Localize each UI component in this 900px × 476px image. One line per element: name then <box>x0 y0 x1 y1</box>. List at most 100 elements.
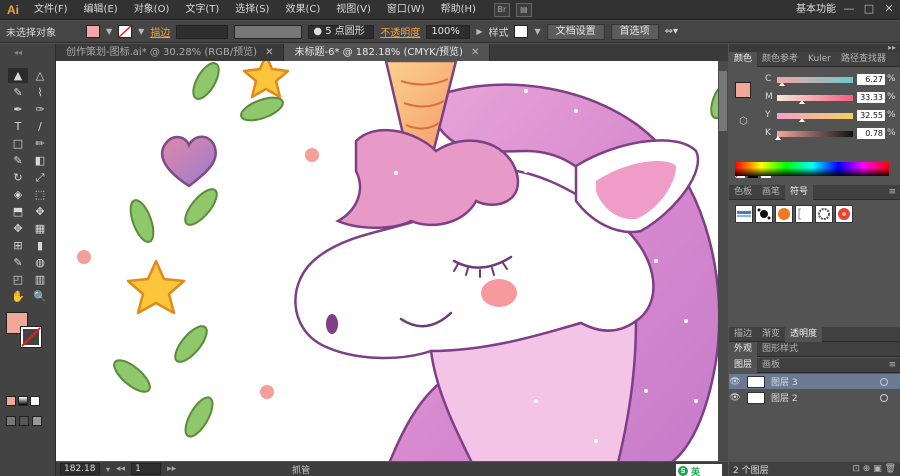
tab-symbols[interactable]: 符号 <box>785 185 814 200</box>
fill-dropdown-icon[interactable]: ▼ <box>106 27 112 36</box>
draw-behind-icon[interactable] <box>19 416 29 426</box>
visibility-eye-icon[interactable]: 👁 <box>729 377 741 387</box>
tool-6-icon[interactable]: T <box>8 119 28 134</box>
channel-value-field[interactable]: 6.27 <box>857 74 885 85</box>
color-spectrum[interactable] <box>735 162 889 176</box>
tab-untitled-6[interactable]: 未标题-6* @ 182.18% (CMYK/预览) ✕ <box>284 44 491 61</box>
tool-14-icon[interactable]: ◈ <box>8 187 28 202</box>
color-panel-fill[interactable] <box>735 82 751 98</box>
tool-1-icon[interactable]: △ <box>30 68 50 83</box>
tool-17-icon[interactable]: ✥ <box>30 204 50 219</box>
zoom-field[interactable]: 182.18 <box>60 463 100 475</box>
tab-graphic-styles[interactable]: 图形样式 <box>757 342 803 357</box>
tool-16-icon[interactable]: ⬒ <box>8 204 28 219</box>
out-of-gamut-icon[interactable]: ⬡ <box>739 116 748 127</box>
layer-row[interactable]: 👁 图层 2 <box>729 390 900 405</box>
stroke-weight-field[interactable] <box>176 24 229 39</box>
close-button[interactable]: ✕ <box>882 2 896 16</box>
channel-value-field[interactable]: 0.78 <box>857 128 885 139</box>
layer-name[interactable]: 图层 2 <box>771 391 798 404</box>
symbol-blue-bars[interactable] <box>735 205 753 223</box>
opacity-arrow-icon[interactable]: ▶ <box>476 27 482 36</box>
scroll-thumb[interactable] <box>719 71 727 131</box>
align-icon[interactable]: ⇔▾ <box>665 26 678 37</box>
tool-7-icon[interactable]: / <box>30 119 50 134</box>
tool-9-icon[interactable]: ✏ <box>30 136 50 151</box>
channel-slider[interactable] <box>777 131 853 137</box>
zoom-dropdown-icon[interactable]: ▾ <box>106 465 110 474</box>
screen-mode-icon[interactable] <box>32 416 42 426</box>
menu-item-8[interactable]: 帮助(H) <box>433 0 484 20</box>
stroke-dropdown-icon[interactable]: ▼ <box>138 27 144 36</box>
opacity-field[interactable]: 100% <box>426 24 471 39</box>
tab-color[interactable]: 颜色 <box>729 52 758 67</box>
menu-item-3[interactable]: 文字(T) <box>177 0 227 20</box>
close-icon[interactable]: ✕ <box>471 47 479 58</box>
layer-row[interactable]: 👁 图层 3 <box>729 374 900 389</box>
symbol-flower[interactable] <box>835 205 853 223</box>
next-page-icon[interactable]: ▸▸ <box>167 464 176 474</box>
layer-actions-icons[interactable]: ⊡ ⊕ ▣ 🗑 <box>852 464 896 474</box>
tool-10-icon[interactable]: ✎ <box>8 153 28 168</box>
bridge-button[interactable]: Br <box>493 2 510 17</box>
tab-layers[interactable]: 图层 <box>729 358 758 373</box>
tab-stroke[interactable]: 描边 <box>729 327 757 342</box>
tool-19-icon[interactable]: ▦ <box>30 221 50 236</box>
channel-value-field[interactable]: 33.33 <box>857 92 885 103</box>
tool-23-icon[interactable]: ◍ <box>30 255 50 270</box>
tool-18-icon[interactable]: ✥ <box>8 221 28 236</box>
channel-value-field[interactable]: 32.55 <box>857 110 885 121</box>
tool-5-icon[interactable]: ✑ <box>30 102 50 117</box>
tab-swatches[interactable]: 色板 <box>729 185 757 200</box>
channel-slider[interactable] <box>777 77 853 83</box>
close-icon[interactable]: ✕ <box>265 47 273 58</box>
tool-27-icon[interactable]: 🔍 <box>30 289 50 304</box>
tool-3-icon[interactable]: ⌇ <box>30 85 50 100</box>
tool-20-icon[interactable]: ⊞ <box>8 238 28 253</box>
menu-item-6[interactable]: 视图(V) <box>328 0 379 20</box>
symbol-bracket[interactable] <box>795 205 813 223</box>
slider-thumb-icon[interactable] <box>799 118 806 122</box>
layers-menu-icon[interactable]: ≡ <box>888 358 896 373</box>
menu-item-2[interactable]: 对象(O) <box>126 0 178 20</box>
page-field[interactable]: 1 <box>131 463 162 475</box>
tab-kuler[interactable]: Kuler <box>803 52 836 67</box>
tab-pathfinder[interactable]: 路径查找器 <box>836 52 891 67</box>
document-setup-button[interactable]: 文档设置 <box>546 23 605 40</box>
dock-collapse-icon[interactable]: ▸▸ <box>888 43 896 52</box>
tool-2-icon[interactable]: ✎ <box>8 85 28 100</box>
menu-item-5[interactable]: 效果(C) <box>277 0 328 20</box>
layer-target-icon[interactable] <box>880 393 888 402</box>
layer-target-icon[interactable] <box>880 377 888 386</box>
panel-menu-icon[interactable]: ≡ <box>888 185 896 200</box>
opacity-label[interactable]: 不透明度 <box>380 24 420 39</box>
tool-12-icon[interactable]: ↻ <box>8 170 28 185</box>
tool-22-icon[interactable]: ✎ <box>8 255 28 270</box>
slider-thumb-icon[interactable] <box>774 136 781 140</box>
draw-normal-icon[interactable] <box>6 416 16 426</box>
symbol-ring[interactable] <box>815 205 833 223</box>
tool-0-icon[interactable]: ▲ <box>8 68 28 83</box>
visibility-eye-icon[interactable]: 👁 <box>729 393 741 403</box>
tab-brushes[interactable]: 画笔 <box>757 185 785 200</box>
fill-swatch[interactable] <box>86 25 100 38</box>
color-mode-icon[interactable] <box>6 396 16 406</box>
minimize-button[interactable]: — <box>842 2 856 16</box>
slider-thumb-icon[interactable] <box>778 82 785 86</box>
channel-slider[interactable] <box>777 113 853 119</box>
tab-gradient[interactable]: 渐变 <box>757 327 785 342</box>
tool-4-icon[interactable]: ✒ <box>8 102 28 117</box>
menu-item-7[interactable]: 窗口(W) <box>379 0 433 20</box>
variable-width-profile[interactable] <box>234 24 303 39</box>
style-dropdown-icon[interactable]: ▼ <box>534 27 540 36</box>
tool-11-icon[interactable]: ◧ <box>30 153 50 168</box>
style-swatch[interactable] <box>514 25 529 38</box>
symbol-orange-ball[interactable] <box>775 205 793 223</box>
slider-thumb-icon[interactable] <box>799 100 806 104</box>
artboard-canvas[interactable] <box>56 61 728 461</box>
tool-15-icon[interactable]: ⬚ <box>30 187 50 202</box>
tool-25-icon[interactable]: ▥ <box>30 272 50 287</box>
menu-item-4[interactable]: 选择(S) <box>227 0 277 20</box>
tool-26-icon[interactable]: ✋ <box>8 289 28 304</box>
layer-name[interactable]: 图层 3 <box>771 375 798 388</box>
